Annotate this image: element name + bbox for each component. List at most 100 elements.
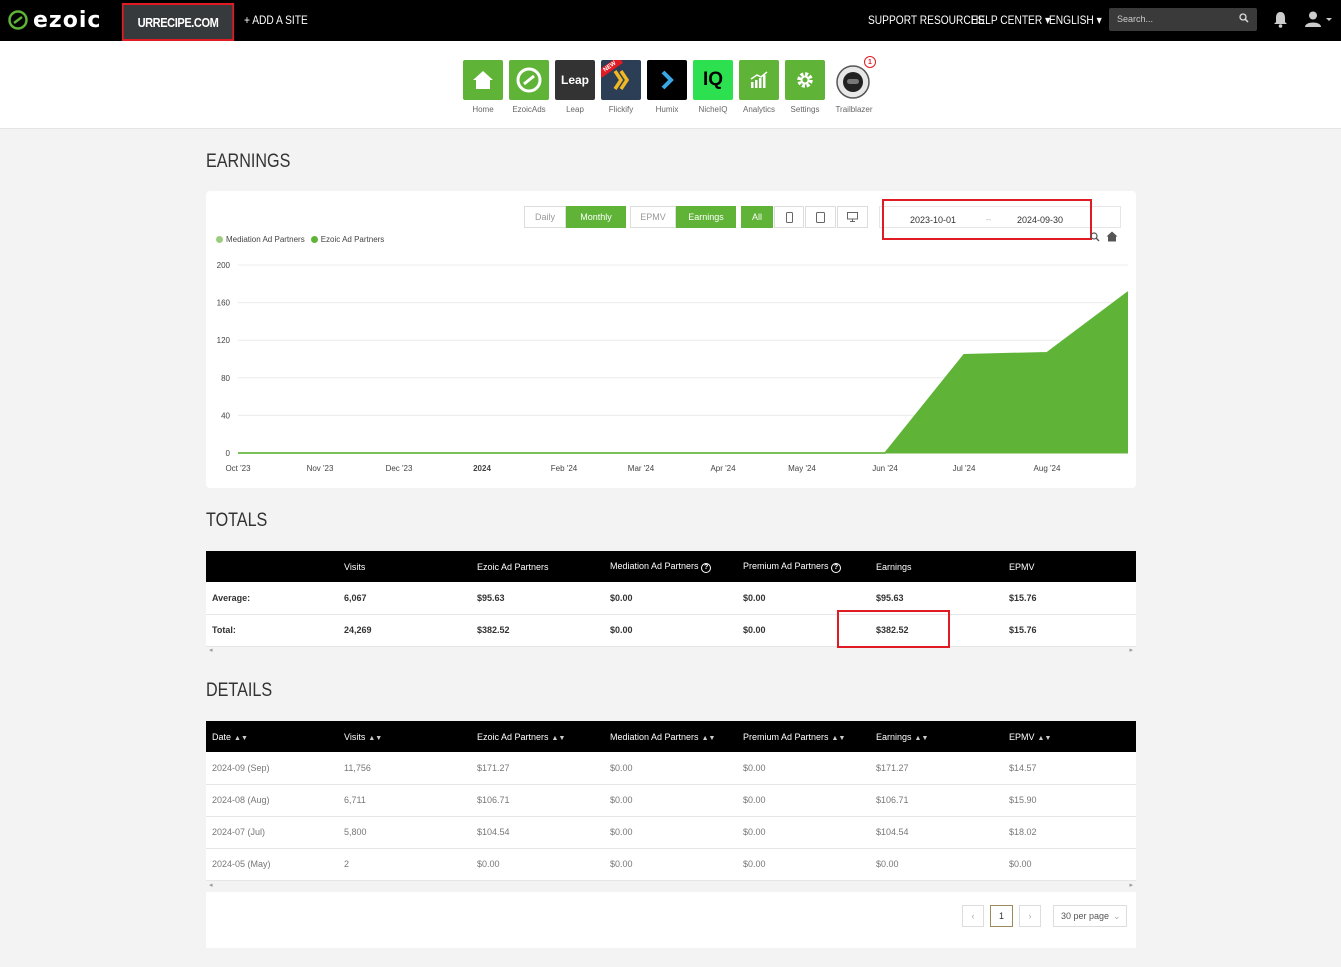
series-area [238,292,1128,453]
previous-page-button[interactable]: ‹ [962,905,984,927]
column-header: Visits [338,551,471,582]
scroll-right-icon[interactable]: ▸ [1129,881,1133,889]
language-menu[interactable]: ENGLISH ▾ [1049,13,1102,27]
sortable-column-header[interactable]: Premium Ad Partners ▲▼ [737,721,870,752]
column-header-label: Ezoic Ad Partners [477,731,549,742]
chevron-down-icon: ⌄ [1113,910,1121,921]
details-table: Date ▲▼ Visits ▲▼ Ezoic Ad Partners ▲▼ Medi… [206,721,1136,881]
column-header: Ezoic Ad Partners [471,551,604,582]
totals-horizontal-scrollbar[interactable]: ◂ ▸ [206,646,1136,656]
app-flickify[interactable]: NEW Flickify [601,60,641,114]
table-cell: $15.76 [1003,582,1136,615]
sort-icon: ▲▼ [914,734,929,742]
sort-icon: ▲▼ [1037,734,1052,742]
table-cell: $18.02 [1003,816,1136,849]
table-cell: $171.27 [471,752,604,785]
x-tick-label: Oct '23 [225,464,251,473]
add-site-link[interactable]: + ADD A SITE [244,13,308,27]
x-tick-label: Feb '24 [551,464,578,473]
column-header-label: Earnings [876,731,912,742]
user-icon [1305,11,1332,27]
totals-table-card: Visits Ezoic Ad Partners Mediation Ad Pa… [206,551,1136,647]
app-trailblazer[interactable]: 1 Trailblazer [834,56,876,114]
user-menu[interactable] [1305,11,1333,32]
totals-table: Visits Ezoic Ad Partners Mediation Ad Pa… [206,551,1136,647]
x-tick-label: Mar '24 [628,464,655,473]
table-header-row: Date ▲▼ Visits ▲▼ Ezoic Ad Partners ▲▼ Medi… [206,721,1136,752]
column-header-label: Premium Ad Partners [743,731,829,742]
app-ezoicads[interactable]: EzoicAds [509,60,549,114]
table-cell: $0.00 [604,582,737,615]
leap-icon: Leap [555,60,595,100]
table-cell: $104.54 [471,816,604,849]
table-cell: $104.54 [870,816,1003,849]
table-cell: $382.52 [870,614,1003,647]
sortable-column-header[interactable]: Ezoic Ad Partners ▲▼ [471,721,604,752]
table-cell: $0.00 [737,816,870,849]
help-icon[interactable]: ? [831,562,842,573]
sortable-column-header[interactable]: EPMV ▲▼ [1003,721,1136,752]
table-cell: $14.57 [1003,752,1136,785]
per-page-label: 30 per page [1061,911,1110,921]
table-cell: 11,756 [338,752,471,785]
table-cell: $15.76 [1003,614,1136,647]
top-navbar: ezoic URRECIPE.COM + ADD A SITE SUPPORT … [0,0,1341,41]
page-number-button[interactable]: 1 [990,905,1013,927]
sortable-column-header[interactable]: Earnings ▲▼ [870,721,1003,752]
nicheiq-tile-text: IQ [702,69,724,90]
table-cell: Average: [206,582,338,615]
scroll-right-icon[interactable]: ▸ [1129,646,1133,654]
notification-bell-icon[interactable] [1273,11,1288,28]
support-resources-link[interactable]: SUPPORT RESOURCES [868,13,984,27]
app-nicheiq[interactable]: IQ NicheIQ [693,60,733,114]
search-icon[interactable] [1239,13,1249,23]
earnings-heading: EARNINGS [206,151,291,172]
table-cell: $0.00 [604,752,737,785]
search-input[interactable]: Search... [1109,8,1257,31]
analytics-icon [739,60,779,100]
app-label: Trailblazer [835,105,873,114]
table-cell: 6,711 [338,784,471,817]
sort-icon: ▲▼ [234,734,248,742]
table-cell: $0.00 [604,816,737,849]
scroll-left-icon[interactable]: ◂ [209,881,213,889]
column-header-label: Date [212,731,232,742]
column-header-label: EPMV [1009,731,1035,742]
table-cell: $0.00 [737,752,870,785]
table-cell: $0.00 [1003,848,1136,881]
table-cell: 6,067 [338,582,471,615]
table-cell: $106.71 [471,784,604,817]
column-header: Premium Ad Partners ? [737,551,870,582]
sortable-column-header[interactable]: Visits ▲▼ [338,721,471,752]
app-home[interactable]: Home [463,60,503,114]
column-header: Earnings [870,551,1003,582]
app-analytics[interactable]: Analytics [739,60,779,114]
per-page-select[interactable]: 30 per page ⌄ [1053,905,1127,927]
x-tick-label: Apr '24 [710,464,736,473]
column-header-label: Mediation Ad Partners [610,731,699,742]
site-selector[interactable]: URRECIPE.COM [121,3,235,41]
language-label: ENGLISH [1049,13,1094,27]
details-horizontal-scrollbar[interactable]: ◂ ▸ [206,881,1136,891]
leap-tile-text: Leap [560,73,589,87]
sortable-column-header[interactable]: Mediation Ad Partners ▲▼ [604,721,737,752]
x-tick-label: Jun '24 [872,464,898,473]
table-cell: $0.00 [870,848,1003,881]
y-tick-label: 40 [221,411,230,420]
table-cell: $0.00 [604,784,737,817]
table-cell: 2024-09 (Sep) [206,752,338,785]
ezoicads-icon [509,60,549,100]
y-tick-label: 80 [221,374,230,383]
table-cell: 24,269 [338,614,471,647]
sortable-column-header[interactable]: Date ▲▼ [206,721,338,752]
help-center-menu[interactable]: HELP CENTER ▾ [971,13,1050,27]
chevron-right-icon: › [1028,911,1032,921]
app-leap[interactable]: Leap Leap [555,60,595,114]
table-cell: 5,800 [338,816,471,849]
app-settings[interactable]: Settings [785,60,825,114]
scroll-left-icon[interactable]: ◂ [209,646,213,654]
ezoic-logo[interactable]: ezoic [8,8,101,33]
app-humix[interactable]: Humix [647,60,687,114]
next-page-button[interactable]: › [1019,905,1041,927]
help-icon[interactable]: ? [701,562,712,573]
